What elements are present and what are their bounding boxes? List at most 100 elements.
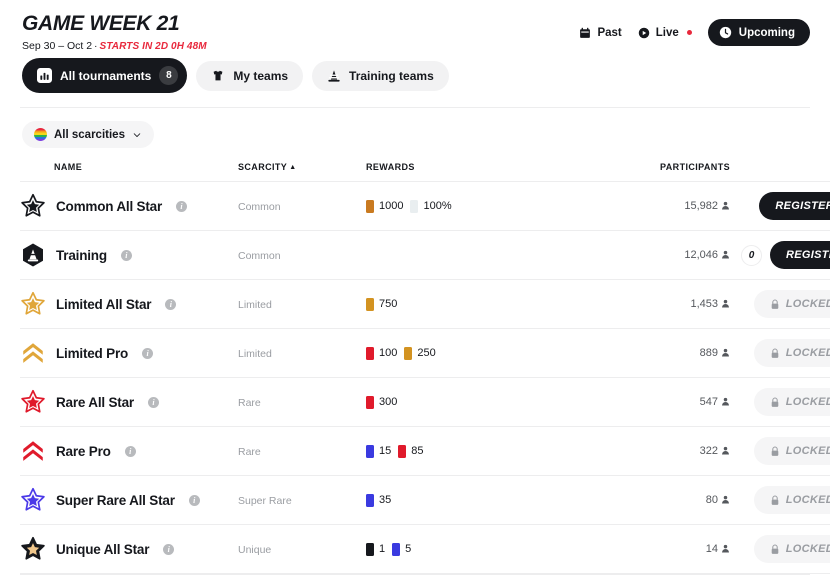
- star-outline-icon: [20, 193, 46, 219]
- cell-participants: 80: [616, 476, 744, 525]
- nav-upcoming-button[interactable]: Upcoming: [707, 19, 810, 46]
- tournament-name: Limited Pro: [56, 345, 129, 361]
- reward-card-icon: [398, 444, 407, 458]
- nav-past-button[interactable]: Past: [579, 27, 622, 39]
- countdown-text: STARTS IN 2D 0H 48M: [99, 41, 207, 52]
- hex-cone-icon: [20, 242, 46, 268]
- header-nav: Past Live Upcoming: [579, 12, 810, 46]
- rewards-list: 15: [366, 542, 616, 556]
- reward-card-icon: [366, 199, 374, 213]
- scarcity-label: Rare: [238, 397, 261, 409]
- cell-action: LOCKED: [744, 329, 830, 378]
- table-row[interactable]: Limited All Star i Limited 750 1,453 LOCKED: [20, 280, 830, 329]
- locked-button: LOCKED: [753, 486, 830, 514]
- table-row[interactable]: Training i Common 12,046 0 REGISTER: [20, 231, 830, 280]
- locked-label: LOCKED: [785, 396, 830, 408]
- nav-live-button[interactable]: Live: [638, 27, 692, 39]
- rewards-list: 35: [366, 493, 616, 507]
- cell-scarcity: Common: [238, 231, 366, 280]
- rewards-list: 100 250: [366, 346, 616, 360]
- cell-scarcity: Unique: [238, 525, 366, 574]
- column-header-name[interactable]: NAME: [20, 162, 238, 182]
- info-icon[interactable]: i: [147, 396, 159, 408]
- column-header-scarcity[interactable]: SCARCITY ▲: [238, 162, 366, 182]
- cell-rewards: 100 250: [366, 329, 616, 378]
- lock-icon: [770, 299, 780, 310]
- reward-card-icon: [392, 542, 401, 556]
- register-button[interactable]: REGISTER: [759, 192, 830, 220]
- locked-label: LOCKED: [785, 347, 830, 359]
- cell-participants: 1,453: [616, 280, 744, 329]
- tab-all-tournaments[interactable]: All tournaments 8: [22, 58, 188, 93]
- table-row[interactable]: Rare All Star i Rare 300 547 LOCKED: [20, 378, 830, 427]
- date-range: Sep 30 – Oct 2: [22, 40, 93, 52]
- info-icon[interactable]: i: [124, 445, 136, 457]
- scarcity-label: Limited: [238, 299, 272, 311]
- cell-participants: 547: [616, 378, 744, 427]
- reward-value: 5: [405, 543, 412, 555]
- star-outline-icon: [20, 536, 46, 562]
- cell-action: LOCKED: [744, 427, 830, 476]
- clock-icon: [719, 26, 732, 39]
- tournament-name: Super Rare All Star: [56, 492, 175, 508]
- cell-participants: 15,982: [616, 182, 744, 231]
- cell-rewards: 15: [366, 525, 616, 574]
- reward-item: 750: [366, 297, 398, 311]
- table-row[interactable]: Rare Pro i Rare 15 85 322 LOCKED: [20, 427, 830, 476]
- info-icon[interactable]: i: [165, 298, 177, 310]
- chevron-stripes-icon: [20, 438, 46, 464]
- scarcity-filter-button[interactable]: All scarcities: [22, 121, 154, 148]
- reward-card-icon: [366, 493, 374, 507]
- reward-card-icon: [366, 444, 374, 458]
- rainbow-circle-icon: [34, 128, 47, 141]
- info-icon[interactable]: i: [163, 543, 175, 555]
- table-row[interactable]: Super Rare All Star i Super Rare 35 80 LOCKED: [20, 476, 830, 525]
- rewards-list: 750: [366, 297, 616, 311]
- info-icon[interactable]: i: [142, 347, 154, 359]
- cell-rewards: 35: [366, 476, 616, 525]
- reward-value: 1: [379, 543, 386, 555]
- tab-my-teams[interactable]: My teams: [196, 60, 304, 91]
- participants-count: 1,453: [690, 298, 718, 310]
- lock-icon: [770, 495, 780, 506]
- lock-icon: [770, 544, 780, 555]
- register-button[interactable]: REGISTER: [770, 241, 830, 269]
- cell-name: Super Rare All Star i: [20, 476, 238, 525]
- reward-value: 85: [411, 445, 424, 457]
- reward-item: 1000: [366, 199, 403, 213]
- page-subtitle: Sep 30 – Oct 2 · STARTS IN 2D 0H 48M: [22, 40, 207, 53]
- info-icon[interactable]: i: [176, 200, 188, 212]
- reward-card-icon: [366, 542, 374, 556]
- column-header-rewards[interactable]: REWARDS: [366, 162, 616, 182]
- reward-value: 100: [379, 347, 398, 359]
- table-row[interactable]: Unique All Star i Unique 1 5 14 LOCKED: [20, 525, 830, 574]
- info-icon[interactable]: i: [188, 494, 200, 506]
- bar-chart-icon: [37, 68, 52, 83]
- cell-name: Rare All Star i: [20, 378, 238, 427]
- scarcity-label: Common: [238, 250, 281, 262]
- reward-value: 35: [379, 494, 392, 506]
- table-row[interactable]: Common All Star i Common 1000 100% 15,982 REGI…: [20, 182, 830, 231]
- reward-item: 300: [366, 395, 397, 409]
- column-header-scarcity-label: SCARCITY: [238, 162, 288, 172]
- participants-count: 14: [705, 543, 718, 555]
- reward-item: 5: [392, 542, 412, 556]
- reward-item: 1: [366, 542, 386, 556]
- page-title: GAME WEEK 21: [22, 12, 180, 35]
- tab-training-teams[interactable]: Training teams: [312, 60, 449, 91]
- cell-name: Limited Pro i: [20, 329, 238, 378]
- reward-value: 750: [379, 298, 398, 310]
- title-block: GAME WEEK 21 Sep 30 – Oct 2 · STARTS IN 2D…: [20, 12, 207, 53]
- reward-value: 15: [379, 445, 392, 457]
- column-header-participants[interactable]: PARTICIPANTS: [616, 162, 744, 182]
- tournament-name: Rare Pro: [56, 443, 111, 459]
- cell-participants: 12,046: [616, 231, 744, 280]
- rewards-list: 15 85: [366, 444, 616, 458]
- lock-icon: [770, 348, 780, 359]
- rewards-list: 300: [366, 395, 616, 409]
- info-icon[interactable]: i: [120, 249, 132, 261]
- table-row[interactable]: Limited Pro i Limited 100 250 889 LOCKED: [20, 329, 830, 378]
- tournament-name: Limited All Star: [56, 296, 152, 312]
- cell-action: LOCKED: [744, 525, 830, 574]
- cell-scarcity: Limited: [238, 280, 366, 329]
